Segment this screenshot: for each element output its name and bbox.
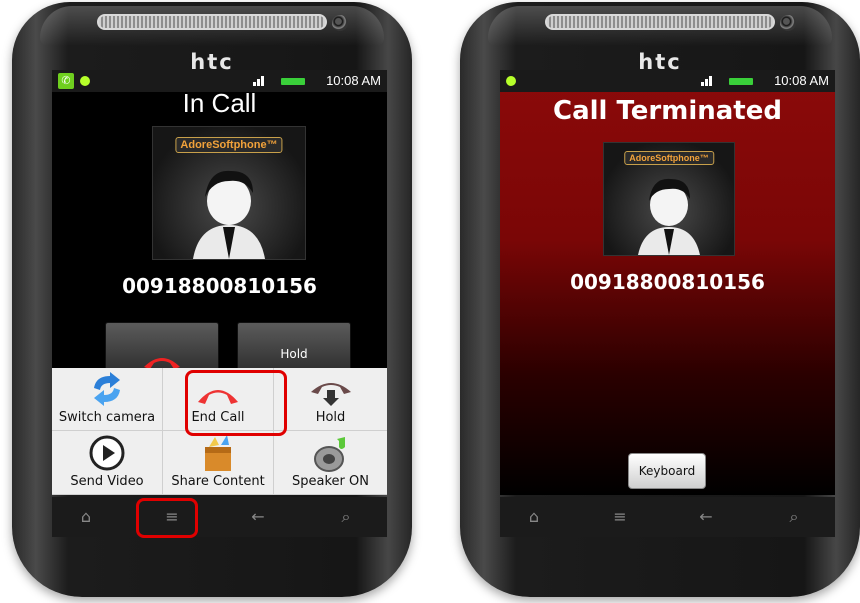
menu-item-share-content[interactable]: Share Content <box>163 431 274 495</box>
menu-item-speaker-on[interactable]: Speaker ON <box>274 431 387 495</box>
play-icon <box>89 435 125 471</box>
keyboard-button[interactable]: Keyboard <box>628 453 706 489</box>
contact-avatar: AdoreSoftphone™ <box>152 126 306 260</box>
contact-avatar: AdoreSoftphone™ <box>603 142 735 256</box>
person-silhouette-icon <box>193 170 265 259</box>
menu-label: Share Content <box>171 474 265 489</box>
status-bar: 10:08 AM <box>500 70 835 92</box>
box-icon <box>205 435 231 471</box>
front-camera-icon <box>780 15 796 31</box>
screen-title: Call Terminated <box>553 96 782 126</box>
notification-dot-icon <box>506 76 516 86</box>
search-icon[interactable]: ⌕ <box>780 505 808 529</box>
speaker-icon <box>313 437 345 472</box>
battery-icon <box>281 78 305 85</box>
screen-title: In Call <box>182 88 257 118</box>
back-icon[interactable]: ← <box>244 505 272 529</box>
menu-label: Switch camera <box>58 410 156 425</box>
back-icon[interactable]: ← <box>692 505 720 529</box>
front-camera-icon <box>332 15 348 31</box>
signal-icon <box>701 74 715 86</box>
hardware-nav-bar: ⌂ ≡ ← ⌕ <box>52 497 387 537</box>
phone-call-icon: ✆ <box>58 73 74 89</box>
menu-label: Speaker ON <box>292 474 369 489</box>
menu-label: Send Video <box>70 474 144 489</box>
call-terminated-screen: 10:08 AM Call Terminated AdoreSoftphone™… <box>500 70 835 495</box>
menu-key-highlight <box>136 498 198 538</box>
person-silhouette-icon <box>638 178 700 255</box>
hardware-nav-bar: ⌂ ≡ ← ⌕ <box>500 497 835 537</box>
menu-item-hold[interactable]: Hold <box>274 368 387 431</box>
earpiece-speaker <box>545 14 775 30</box>
home-icon[interactable]: ⌂ <box>520 505 548 529</box>
status-time: 10:08 AM <box>326 73 381 88</box>
menu-item-switch-camera[interactable]: Switch camera <box>52 368 163 431</box>
end-call-button[interactable] <box>105 322 219 374</box>
hold-button[interactable]: Hold <box>237 322 351 374</box>
notification-dot-icon <box>80 76 90 86</box>
menu-label: Hold <box>315 410 346 425</box>
menu-item-send-video[interactable]: Send Video <box>52 431 163 495</box>
switch-camera-icon <box>94 372 120 406</box>
left-phone: htc ✆ 10:08 AM In Call AdoreSoftphone™ 0… <box>12 2 412 597</box>
in-call-screen: ✆ 10:08 AM In Call AdoreSoftphone™ 00918… <box>52 70 387 495</box>
status-time: 10:08 AM <box>774 73 829 88</box>
end-call-highlight <box>185 370 287 436</box>
home-icon[interactable]: ⌂ <box>72 505 100 529</box>
search-icon[interactable]: ⌕ <box>332 505 360 529</box>
battery-icon <box>729 78 753 85</box>
right-phone: htc 10:08 AM Call Terminated AdoreSoftph… <box>460 2 860 597</box>
earpiece-speaker <box>97 14 327 30</box>
hold-icon <box>310 383 351 406</box>
signal-icon <box>253 74 267 86</box>
hold-button-label: Hold <box>280 347 308 361</box>
phone-number: 00918800810156 <box>122 274 317 298</box>
phone-number: 00918800810156 <box>570 270 765 294</box>
menu-icon[interactable]: ≡ <box>606 505 634 529</box>
